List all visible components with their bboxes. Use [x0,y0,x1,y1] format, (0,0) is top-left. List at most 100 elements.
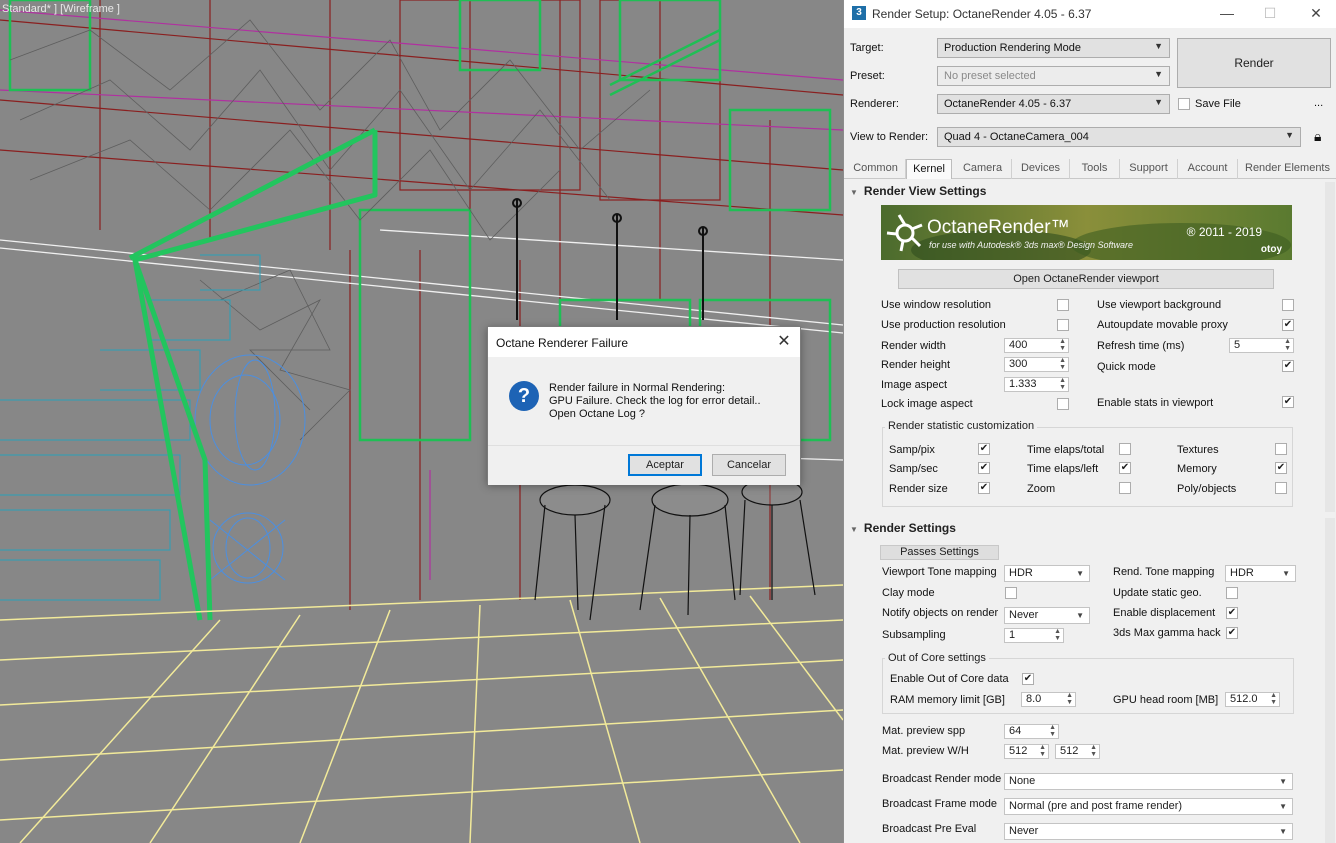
render-size-checkbox[interactable]: ✔ [978,482,990,494]
cancel-button[interactable]: Cancelar [712,454,786,476]
render-width-spinner[interactable]: 400 ▲ ▼ [1004,338,1069,353]
maximize-button[interactable]: ☐ [1255,3,1285,25]
spinner-arrows-icon[interactable]: ▲ ▼ [1284,338,1291,352]
lock-image-aspect-checkbox[interactable] [1057,398,1069,410]
notify-objects-dropdown[interactable]: Never ▼ [1004,607,1090,624]
minimize-button[interactable]: — [1212,3,1242,25]
otoy-logo: otoy [1260,244,1282,255]
zoom-checkbox[interactable] [1119,482,1131,494]
gpu-headroom-spinner[interactable]: 512.0 ▲ ▼ [1225,692,1280,707]
renderer-dropdown[interactable]: OctaneRender 4.05 - 6.37 ▼ [937,94,1170,114]
more-options-button[interactable]: ... [1314,97,1323,109]
samp-sec-checkbox[interactable]: ✔ [978,462,990,474]
view-to-render-value: Quad 4 - OctaneCamera_004 [944,131,1089,143]
save-file-checkbox[interactable] [1178,98,1190,110]
use-production-resolution-checkbox[interactable] [1057,319,1069,331]
octane-banner: OctaneRender™ for use with Autodesk® 3ds… [881,205,1292,260]
render-stat-group-title: Render statistic customization [885,420,1038,432]
tab-support[interactable]: Support [1120,159,1178,179]
enable-ooc-label: Enable Out of Core data [890,673,1009,685]
spinner-arrows-icon[interactable]: ▲ ▼ [1054,628,1061,642]
tab-account[interactable]: Account [1178,159,1238,179]
chevron-down-icon: ▼ [1279,777,1287,786]
dialog-footer: Aceptar Cancelar [488,445,800,485]
target-dropdown[interactable]: Production Rendering Mode ▼ [937,38,1170,58]
tab-camera[interactable]: Camera [954,159,1012,179]
quick-mode-checkbox[interactable]: ✔ [1282,360,1294,372]
memory-checkbox[interactable]: ✔ [1275,462,1287,474]
spinner-arrows-icon[interactable]: ▲ ▼ [1090,744,1097,758]
tab-common[interactable]: Common [846,159,906,179]
mat-preview-w-spinner[interactable]: 512 ▲ ▼ [1004,744,1049,759]
chevron-down-icon: ▼ [1154,97,1163,107]
spinner-arrows-icon[interactable]: ▲ ▼ [1059,338,1066,352]
render-width-value: 400 [1009,339,1028,351]
image-aspect-spinner[interactable]: 1.333 ▲ ▼ [1004,377,1069,392]
broadcast-frame-mode-dropdown[interactable]: Normal (pre and post frame render) ▼ [1004,798,1293,815]
spinner-arrows-icon[interactable]: ▲ ▼ [1270,692,1277,706]
memory-label: Memory [1177,463,1217,475]
spinner-arrows-icon[interactable]: ▲ ▼ [1059,377,1066,391]
render-height-label: Render height [881,359,951,371]
accept-button[interactable]: Aceptar [628,454,702,476]
tab-devices[interactable]: Devices [1012,159,1070,179]
passes-settings-button[interactable]: Passes Settings [880,545,999,560]
dialog-title-bar: Octane Renderer Failure ✕ [488,327,800,357]
view-to-render-dropdown[interactable]: Quad 4 - OctaneCamera_004 ▼ [937,127,1301,147]
mat-preview-spp-spinner[interactable]: 64 ▲ ▼ [1004,724,1059,739]
update-static-geo-checkbox[interactable] [1226,587,1238,599]
rend-tone-mapping-dropdown[interactable]: HDR ▼ [1225,565,1296,582]
tab-bar: Common Kernel Camera Devices Tools Suppo… [844,157,1336,179]
render-view-settings-header[interactable]: ▼ Render View Settings [850,184,986,198]
tab-kernel[interactable]: Kernel [906,159,952,179]
open-octane-viewport-button[interactable]: Open OctaneRender viewport [898,269,1274,289]
preset-dropdown[interactable]: No preset selected ▼ [937,66,1170,86]
scrollbar-top[interactable] [1325,182,1335,512]
broadcast-pre-eval-dropdown[interactable]: Never ▼ [1004,823,1293,840]
subsampling-dropdown[interactable]: 1 ▲ ▼ [1004,628,1064,643]
tab-tools[interactable]: Tools [1070,159,1120,179]
enable-ooc-checkbox[interactable]: ✔ [1022,673,1034,685]
broadcast-render-mode-dropdown[interactable]: None ▼ [1004,773,1293,790]
lock-icon[interactable]: 🔒︎ [1314,128,1321,145]
spinner-arrows-icon[interactable]: ▲ ▼ [1066,692,1073,706]
render-failure-dialog: Octane Renderer Failure ✕ ? Render failu… [487,326,801,485]
viewport-tone-mapping-dropdown[interactable]: HDR ▼ [1004,565,1090,582]
mat-preview-h-spinner[interactable]: 512 ▲ ▼ [1055,744,1100,759]
time-left-checkbox[interactable]: ✔ [1119,462,1131,474]
dialog-title: Octane Renderer Failure [496,336,629,350]
clay-mode-checkbox[interactable] [1005,587,1017,599]
scrollbar-bottom[interactable] [1325,518,1335,843]
mat-preview-spp-value: 64 [1009,725,1022,737]
viewport-label[interactable]: Standard* ] [Wireframe ] [2,3,120,15]
enable-stats-checkbox[interactable]: ✔ [1282,396,1294,408]
close-icon[interactable]: ✕ [774,332,794,352]
update-static-geo-label: Update static geo. [1113,587,1202,599]
render-height-spinner[interactable]: 300 ▲ ▼ [1004,357,1069,372]
renderer-label: Renderer: [850,98,899,110]
enable-displacement-checkbox[interactable]: ✔ [1226,607,1238,619]
use-window-resolution-checkbox[interactable] [1057,299,1069,311]
use-viewport-background-checkbox[interactable] [1282,299,1294,311]
autoupdate-movable-proxy-label: Autoupdate movable proxy [1097,319,1228,331]
close-button[interactable]: ✕ [1301,3,1331,25]
render-height-value: 300 [1009,358,1028,370]
tab-render-elements[interactable]: Render Elements [1238,159,1336,179]
gamma-hack-checkbox[interactable]: ✔ [1226,627,1238,639]
notify-objects-label: Notify objects on render [882,607,999,619]
refresh-time-spinner[interactable]: 5 ▲ ▼ [1229,338,1294,353]
quick-mode-label: Quick mode [1097,361,1156,373]
autoupdate-movable-proxy-checkbox[interactable]: ✔ [1282,319,1294,331]
poly-objects-checkbox[interactable] [1275,482,1287,494]
chevron-down-icon: ▼ [1282,569,1290,578]
render-button[interactable]: Render [1177,38,1331,88]
chevron-down-icon: ▼ [1076,611,1084,620]
ram-limit-spinner[interactable]: 8.0 ▲ ▼ [1021,692,1076,707]
spinner-arrows-icon[interactable]: ▲ ▼ [1039,744,1046,758]
time-total-checkbox[interactable] [1119,443,1131,455]
samp-pix-checkbox[interactable]: ✔ [978,443,990,455]
textures-checkbox[interactable] [1275,443,1287,455]
spinner-arrows-icon[interactable]: ▲ ▼ [1059,357,1066,371]
spinner-arrows-icon[interactable]: ▲ ▼ [1049,724,1056,738]
render-settings-header[interactable]: ▼ Render Settings [850,521,956,535]
